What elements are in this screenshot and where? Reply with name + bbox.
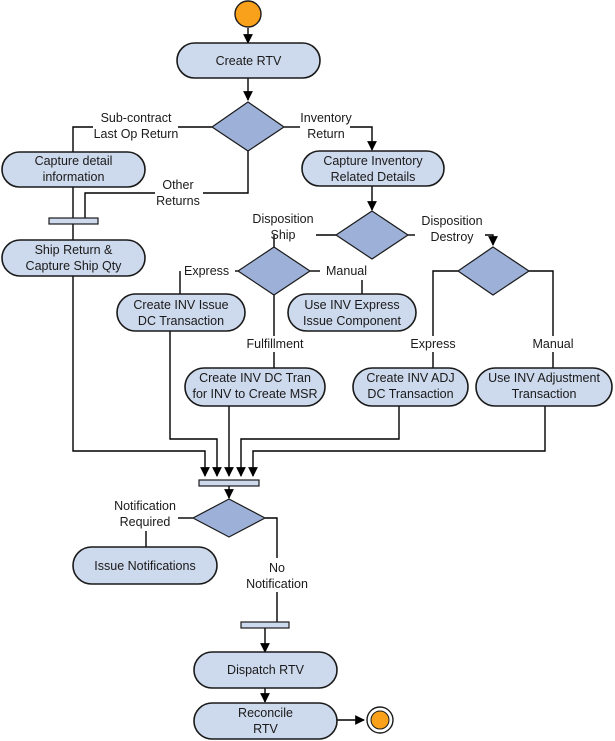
decision-return-type: [210, 101, 286, 152]
edge-other-returns-b: [84, 192, 155, 218]
start-node: [234, 0, 262, 28]
node-create-inv-issue-line-2: DC Transaction: [138, 314, 224, 328]
decision-destroy-method: [456, 246, 531, 296]
label-disposition-ship-line-1: Disposition: [252, 212, 313, 226]
node-create-inv-dc-tran-line-2: for INV to Create MSR: [192, 387, 317, 401]
label-ship-express: Express: [184, 264, 229, 278]
end-node: [366, 706, 394, 734]
label-other-returns-line-1: Other: [162, 178, 193, 192]
node-capture-inventory-line-2: Related Details: [331, 170, 416, 184]
node-reconcile-rtv: Reconcile RTV: [193, 702, 338, 740]
node-capture-inventory: Capture Inventory Related Details: [301, 150, 445, 187]
label-no-notification-line-1: No: [269, 561, 285, 575]
node-create-inv-dc-tran-line-1: Create INV DC Tran: [199, 371, 311, 385]
node-use-inv-express: Use INV Express Issue Component: [287, 293, 417, 332]
node-ship-return: Ship Return & Capture Ship Qty: [1, 239, 146, 277]
node-create-inv-issue: Create INV Issue DC Transaction: [116, 293, 246, 332]
node-create-inv-adj-line-1: Create INV ADJ: [366, 371, 454, 385]
rtv-activity-diagram: Create RTV Capture detail information Ca…: [1, 0, 613, 740]
node-reconcile-rtv-line-2: RTV: [253, 722, 278, 736]
sync-bar-returns: [48, 217, 99, 225]
node-create-rtv: Create RTV: [176, 42, 321, 79]
label-destroy-express: Express: [410, 337, 455, 351]
node-capture-detail-line-2: information: [43, 170, 105, 184]
label-ship-fulfillment: Fulfillment: [247, 337, 304, 351]
label-subcontract-line-1: Sub-contract: [101, 111, 172, 125]
label-ship-manual: Manual: [326, 264, 367, 278]
label-disposition-destroy-line-1: Disposition: [421, 214, 482, 228]
node-issue-notifications-line-1: Issue Notifications: [94, 559, 195, 573]
edge-destroy-manual-a: [529, 270, 554, 336]
edge-disposition-destroy-b: [485, 234, 498, 246]
node-ship-return-line-2: Capture Ship Qty: [26, 259, 123, 273]
label-other-returns-line-2: Returns: [156, 194, 200, 208]
label-disposition-destroy-line-2: Destroy: [430, 230, 474, 244]
node-create-inv-issue-line-1: Create INV Issue: [133, 298, 228, 312]
end-node-core: [370, 710, 390, 730]
label-no-notification-line-2: Notification: [246, 577, 308, 591]
edge-no-notification-a: [265, 517, 278, 558]
node-create-inv-dc-tran: Create INV DC Tran for INV to Create MSR: [184, 367, 326, 407]
node-dispatch-rtv-line-1: Dispatch RTV: [227, 663, 305, 677]
label-notification-required-line-1: Notification: [114, 499, 176, 513]
label-disposition-ship-line-2: Ship: [270, 228, 295, 242]
node-ship-return-line-1: Ship Return &: [35, 243, 113, 257]
node-issue-notifications: Issue Notifications: [72, 546, 218, 585]
edge-destroy-express-a: [432, 270, 458, 336]
decision-notification: [191, 498, 267, 538]
label-destroy-manual: Manual: [533, 337, 574, 351]
node-capture-inventory-line-1: Capture Inventory: [323, 154, 423, 168]
node-capture-detail-line-1: Capture detail: [35, 154, 113, 168]
label-notification-required-line-2: Required: [120, 515, 171, 529]
node-create-inv-adj: Create INV ADJ DC Transaction: [352, 367, 469, 407]
node-use-inv-adjustment-line-2: Transaction: [512, 387, 577, 401]
node-create-rtv-line-1: Create RTV: [216, 54, 282, 68]
edge-inv-adj-to-join: [236, 406, 400, 477]
node-capture-detail: Capture detail information: [1, 151, 146, 188]
node-reconcile-rtv-line-1: Reconcile: [238, 706, 293, 720]
edge-inventory-return-b: [350, 126, 377, 151]
edge-other-returns-a: [203, 151, 249, 194]
node-dispatch-rtv: Dispatch RTV: [193, 651, 338, 689]
sync-bar-join: [198, 479, 260, 487]
sync-bar-dispatch: [240, 621, 290, 629]
label-subcontract-line-2: Last Op Return: [94, 127, 179, 141]
node-use-inv-adjustment: Use INV Adjustment Transaction: [475, 367, 613, 407]
edge-subcontract-to-capture-detail-2: [72, 126, 93, 152]
label-inventory-return-line-2: Return: [307, 127, 345, 141]
node-create-inv-adj-line-2: DC Transaction: [367, 387, 453, 401]
decision-ship-method: [236, 246, 312, 296]
node-use-inv-express-line-2: Issue Component: [303, 314, 402, 328]
node-use-inv-express-line-1: Use INV Express: [304, 298, 399, 312]
decision-disposition: [334, 210, 410, 260]
node-use-inv-adjustment-line-1: Use INV Adjustment: [488, 371, 600, 385]
label-inventory-return-line-1: Inventory: [300, 111, 352, 125]
